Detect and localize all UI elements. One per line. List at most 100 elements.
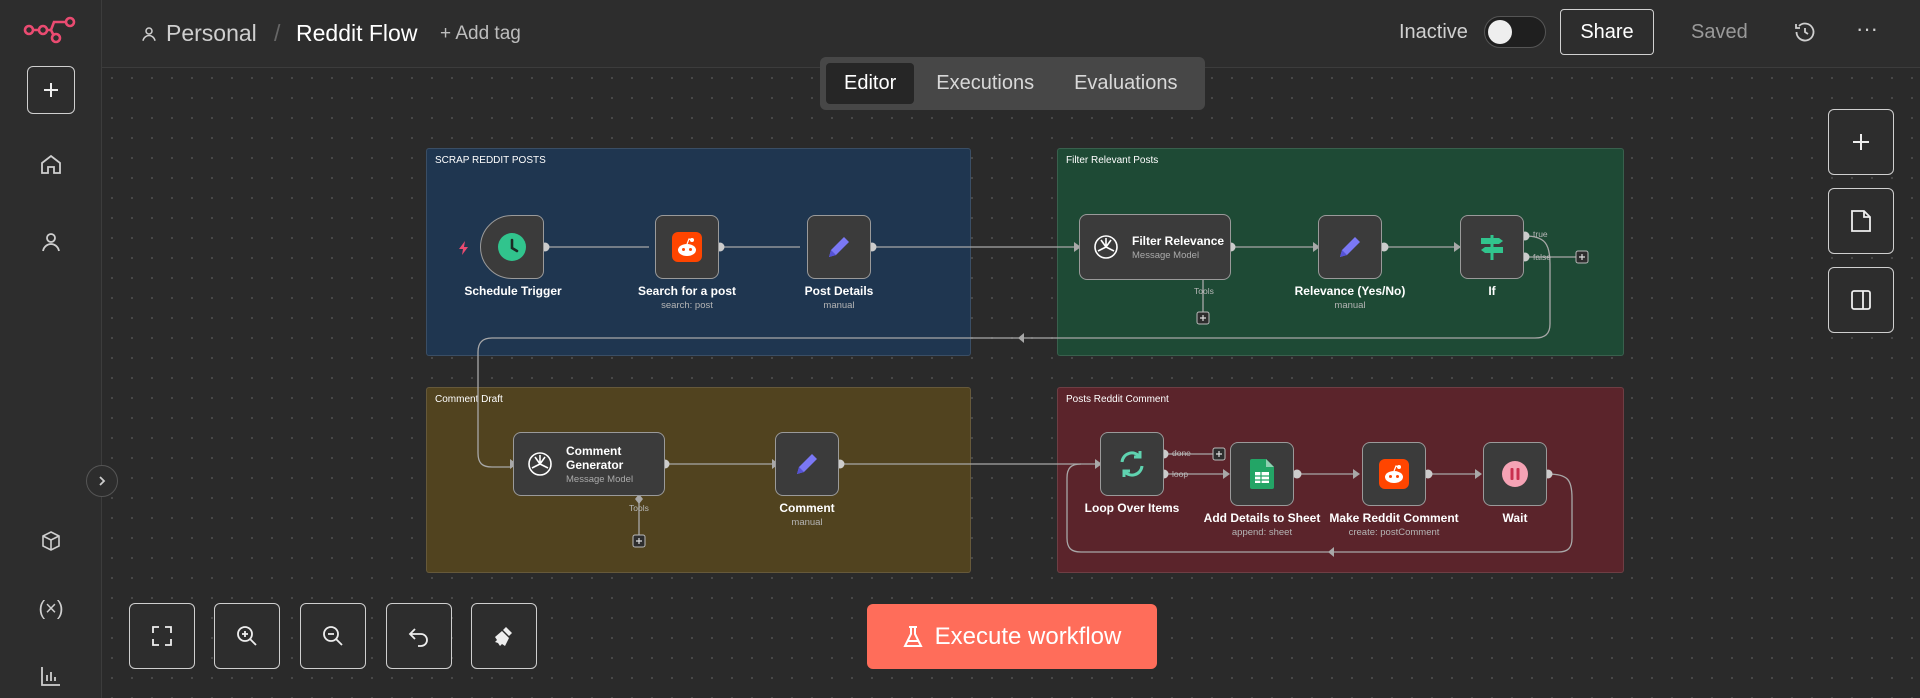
node-comment-generator[interactable]: Comment Generator Message Model: [513, 432, 665, 496]
zoom-out-icon: [323, 626, 343, 646]
tools-label: Tools: [1194, 286, 1214, 296]
node-filter-relevance[interactable]: Filter Relevance Message Model: [1079, 214, 1231, 280]
expand-sidebar-button[interactable]: [86, 465, 118, 497]
node-title: Comment: [779, 501, 835, 515]
node-title: Comment Generator: [566, 443, 624, 472]
openai-icon: [528, 452, 552, 476]
node-relevance-yes-no[interactable]: [1318, 215, 1382, 279]
undo-icon: [408, 628, 428, 647]
pencil-icon: [829, 237, 849, 257]
reddit-icon: [672, 232, 702, 262]
execute-workflow-button[interactable]: Execute workflow: [867, 604, 1157, 669]
toggle-panel-button[interactable]: [1828, 267, 1894, 333]
active-status-label: Inactive: [1399, 21, 1468, 43]
panel-icon: [1851, 290, 1871, 310]
node-caption: Comment manual: [779, 501, 834, 528]
more-options-button[interactable]: ···: [1856, 16, 1878, 42]
pause-icon: [1502, 461, 1528, 487]
tools-label: Tools: [629, 503, 649, 513]
add-button[interactable]: [27, 66, 75, 114]
n8n-logo[interactable]: [22, 12, 78, 44]
templates-icon[interactable]: [27, 517, 75, 565]
note-icon: [1851, 210, 1871, 232]
true-output-label: true: [1533, 229, 1548, 239]
node-title: Filter Relevance: [1132, 233, 1225, 248]
node-title: Make Reddit Comment: [1329, 511, 1459, 525]
openai-icon: [1094, 235, 1118, 259]
fullscreen-icon: [152, 626, 172, 646]
workflow-name[interactable]: Reddit Flow: [296, 20, 417, 47]
add-tag-link[interactable]: + Add tag: [440, 23, 521, 45]
node-caption: Loop Over Items: [1085, 501, 1180, 515]
fit-view-button[interactable]: [129, 603, 195, 669]
zoom-in-button[interactable]: [214, 603, 280, 669]
share-button[interactable]: Share: [1560, 9, 1654, 55]
trigger-bolt-icon: [458, 241, 470, 260]
node-caption: Search for a post search: post: [638, 284, 736, 311]
node-subtitle: append: sheet: [1231, 527, 1293, 538]
user-icon[interactable]: [27, 218, 75, 266]
clock-icon: [498, 233, 526, 261]
signpost-icon: [1481, 235, 1503, 260]
sidebar: (×): [0, 0, 102, 698]
node-subtitle: manual: [823, 300, 855, 311]
flask-icon: [903, 625, 923, 647]
node-title: If: [1488, 284, 1496, 298]
zoom-out-button[interactable]: [300, 603, 366, 669]
node-caption: Make Reddit Comment create: postComment: [1329, 511, 1458, 538]
false-output-label: false: [1533, 252, 1551, 262]
done-output-label: done: [1172, 448, 1191, 458]
variables-icon[interactable]: (×): [27, 585, 75, 633]
breadcrumb-separator: /: [274, 20, 281, 46]
node-title: Schedule Trigger: [464, 284, 562, 298]
node-wait[interactable]: [1483, 442, 1547, 506]
node-make-reddit-comment[interactable]: [1362, 442, 1426, 506]
node-if[interactable]: [1460, 215, 1524, 279]
pencil-icon: [1340, 237, 1360, 257]
node-search-for-a-post[interactable]: [655, 215, 719, 279]
add-node-button[interactable]: [1828, 109, 1894, 175]
node-title: Relevance (Yes/No): [1294, 284, 1406, 298]
node-title: Post Details: [804, 284, 874, 298]
saved-status: Saved: [1691, 21, 1748, 43]
node-caption: Relevance (Yes/No) manual: [1295, 284, 1406, 311]
history-icon[interactable]: [1793, 20, 1817, 49]
broom-icon: [495, 627, 512, 646]
node-title: Wait: [1502, 511, 1528, 525]
reddit-icon: [1379, 459, 1409, 489]
undo-button[interactable]: [386, 603, 452, 669]
node-title: Add Details to Sheet: [1203, 511, 1321, 525]
google-sheets-icon: [1250, 459, 1274, 489]
tab-evaluations[interactable]: Evaluations: [1056, 63, 1195, 104]
tidy-up-button[interactable]: [471, 603, 537, 669]
home-icon[interactable]: [27, 140, 75, 188]
node-subtitle: manual: [1334, 300, 1366, 311]
node-caption: If: [1488, 284, 1495, 298]
loop-icon: [1120, 451, 1144, 477]
node-subtitle: Message Model: [1132, 249, 1200, 261]
node-subtitle: search: post: [661, 300, 713, 311]
node-caption: Post Details manual: [805, 284, 874, 311]
project-breadcrumb[interactable]: Personal: [140, 20, 257, 47]
active-toggle[interactable]: [1484, 16, 1546, 48]
project-name: Personal: [166, 20, 257, 46]
insights-icon[interactable]: [27, 652, 75, 698]
node-loop-over-items[interactable]: [1100, 432, 1164, 496]
user-icon: [142, 26, 156, 41]
node-title: Search for a post: [637, 284, 737, 298]
pencil-icon: [797, 454, 817, 474]
toggle-knob: [1488, 20, 1512, 44]
node-subtitle: manual: [791, 517, 823, 528]
tab-editor[interactable]: Editor: [826, 63, 915, 104]
node-caption: Add Details to Sheet append: sheet: [1204, 511, 1321, 538]
node-comment[interactable]: [775, 432, 839, 496]
node-title: Loop Over Items: [1084, 501, 1180, 515]
node-subtitle: create: postComment: [1348, 527, 1440, 538]
node-subtitle: Message Model: [566, 473, 634, 485]
node-schedule-trigger[interactable]: [480, 215, 544, 279]
tab-executions[interactable]: Executions: [918, 63, 1052, 104]
sticky-note-button[interactable]: [1828, 188, 1894, 254]
node-post-details[interactable]: [807, 215, 871, 279]
node-add-details-to-sheet[interactable]: [1230, 442, 1294, 506]
node-caption: Schedule Trigger: [464, 284, 561, 298]
